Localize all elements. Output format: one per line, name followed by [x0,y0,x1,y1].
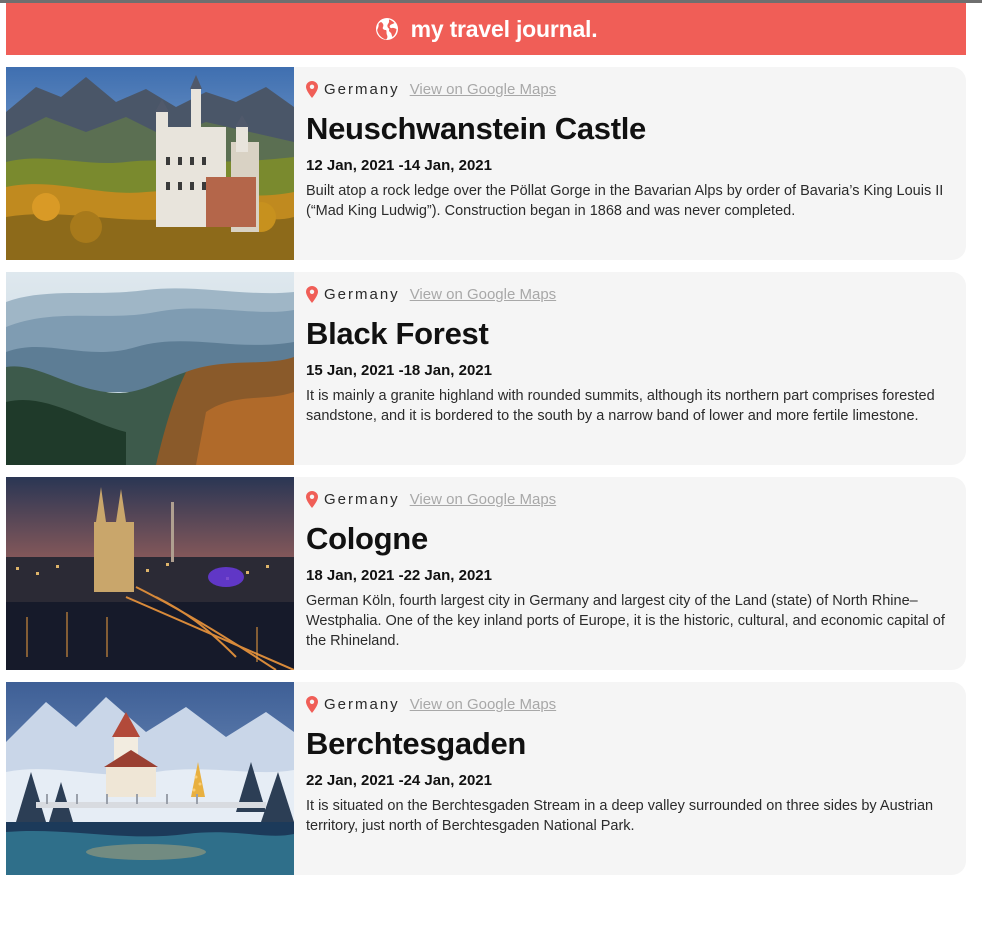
journal-entry-card: Germany View on Google Maps Neuschwanste… [6,67,966,260]
entry-description: German Köln, fourth largest city in Germ… [306,593,945,649]
location-row: Germany View on Google Maps [306,489,958,509]
location-row: Germany View on Google Maps [306,79,958,99]
entry-photo [6,682,294,875]
entry-dates: 22 Jan, 2021 -24 Jan, 2021 [306,772,492,789]
location-row: Germany View on Google Maps [306,284,958,304]
globe-icon [375,17,399,41]
entry-dates: 15 Jan, 2021 -18 Jan, 2021 [306,362,492,379]
entry-title: Neuschwanstein Castle [306,111,646,146]
app-title: my travel journal. [410,15,598,42]
entry-dates: 18 Jan, 2021 -22 Jan, 2021 [306,567,492,584]
app-header: my travel journal. [6,3,966,55]
journal-entry-card: Germany View on Google Maps Berchtesgade… [6,682,966,875]
entry-dates: 12 Jan, 2021 -14 Jan, 2021 [306,157,492,174]
entry-title: Berchtesgaden [306,726,527,761]
entry-country: Germany [324,490,400,508]
location-pin-icon [306,80,318,98]
entry-description: It is mainly a granite highland with rou… [306,388,935,424]
entry-description: It is situated on the Berchtesgaden Stre… [306,798,934,834]
entry-photo [6,272,294,465]
google-maps-link[interactable]: View on Google Maps [410,286,556,303]
google-maps-link[interactable]: View on Google Maps [410,491,556,508]
entry-country: Germany [324,80,400,98]
location-pin-icon [306,695,318,713]
entry-photo [6,477,294,670]
google-maps-link[interactable]: View on Google Maps [410,81,556,98]
entry-title: Black Forest [306,316,489,351]
entry-photo [6,67,294,260]
entry-country: Germany [324,695,400,713]
entry-description: Built atop a rock ledge over the Pöllat … [306,183,944,219]
entry-title: Cologne [306,521,428,556]
location-pin-icon [306,490,318,508]
location-pin-icon [306,285,318,303]
entry-country: Germany [324,285,400,303]
journal-entry-card: Germany View on Google Maps Black Forest… [6,272,966,465]
location-row: Germany View on Google Maps [306,694,958,714]
google-maps-link[interactable]: View on Google Maps [410,696,556,713]
journal-entry-card: Germany View on Google Maps Cologne 18 J… [6,477,966,670]
